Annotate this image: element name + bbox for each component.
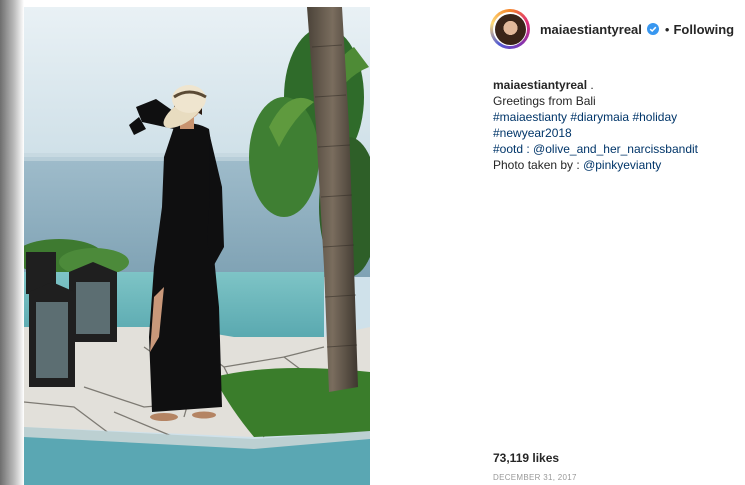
post-photo-image — [24, 7, 370, 485]
separator-dot: • — [664, 21, 670, 37]
caption-username-link[interactable]: maiaestiantyreal — [493, 78, 587, 92]
hashtag-link[interactable]: #diarymaia — [570, 110, 629, 124]
caption-photo-credit-label: Photo taken by : — [493, 158, 584, 172]
username-link[interactable]: maiaestiantyreal — [540, 22, 642, 37]
hashtag-link[interactable]: #maiaestianty — [493, 110, 567, 124]
post-date[interactable]: DECEMBER 31, 2017 — [493, 473, 577, 482]
caption-line-greeting: Greetings from Bali — [493, 94, 596, 108]
avatar-ring — [493, 12, 527, 46]
verified-badge-icon — [646, 23, 659, 35]
post-caption: maiaestiantyreal . Greetings from Bali #… — [493, 77, 743, 173]
following-button[interactable]: Following — [673, 22, 734, 37]
hashtag-link[interactable]: #holiday — [632, 110, 677, 124]
hashtag-link[interactable]: #newyear2018 — [493, 126, 572, 140]
post-photo[interactable] — [24, 7, 370, 485]
caption-separator: : — [523, 142, 534, 156]
hashtag-link[interactable]: #ootd — [493, 142, 523, 156]
mention-link[interactable]: @olive_and_her_narcissbandit — [533, 142, 698, 156]
avatar-image — [494, 13, 526, 45]
post-header: maiaestiantyreal • Following — [490, 7, 745, 51]
caption-username-suffix: . — [587, 78, 594, 92]
avatar[interactable] — [490, 9, 530, 49]
mention-link[interactable]: @pinkyevianty — [583, 158, 661, 172]
page-edge-shadow — [0, 0, 24, 485]
likes-count[interactable]: 73,119 likes — [493, 451, 559, 465]
